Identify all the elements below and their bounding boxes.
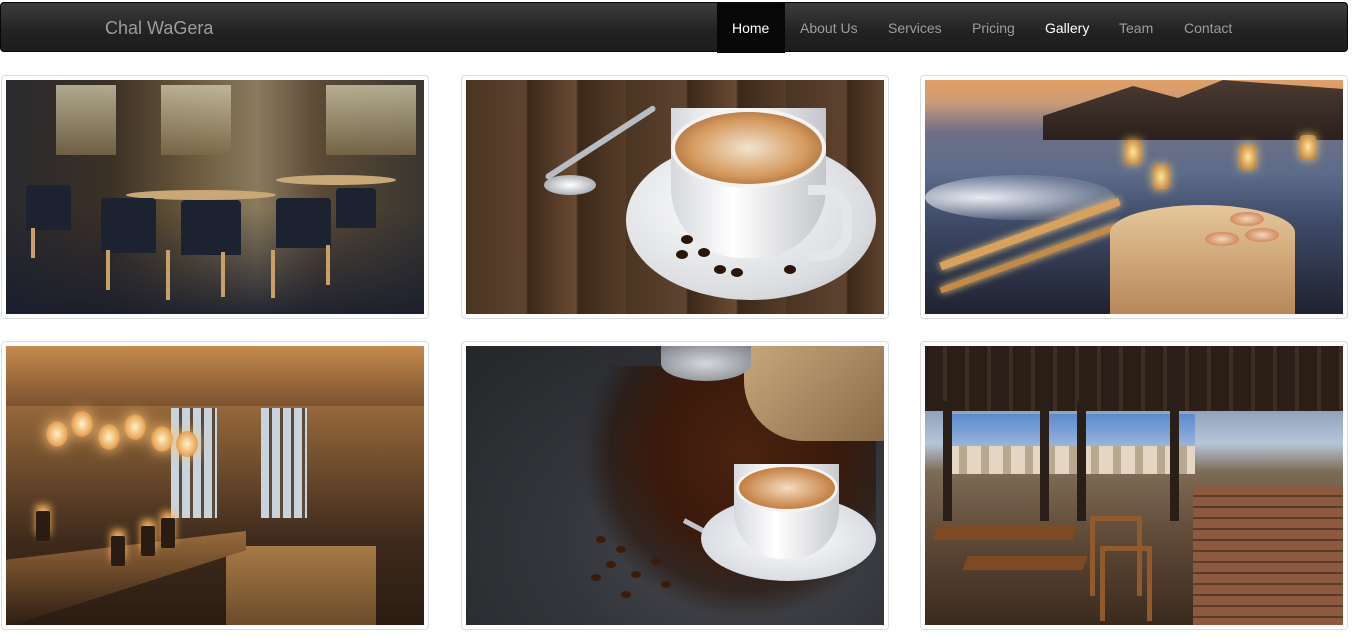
nav-menu: Home About Us Services Pricing Gallery T… xyxy=(717,3,1247,53)
beach-dinner-photo xyxy=(925,80,1343,314)
gallery-thumbnail-1[interactable] xyxy=(1,75,429,319)
nav-item-services[interactable]: Services xyxy=(873,3,957,53)
nav-item-team[interactable]: Team xyxy=(1104,3,1169,53)
brand-link[interactable]: Chal WaGera xyxy=(105,3,213,53)
nav-item-home[interactable]: Home xyxy=(717,3,785,53)
coffee-beans-cup-photo xyxy=(466,346,884,625)
warm-lit-restaurant-photo xyxy=(6,346,424,625)
gallery-thumbnail-4[interactable] xyxy=(1,341,429,630)
gallery-thumbnail-3[interactable] xyxy=(920,75,1348,319)
gallery-thumbnail-6[interactable] xyxy=(920,341,1348,630)
page: Chal WaGera Home About Us Services Prici… xyxy=(0,0,1352,637)
restaurant-interior-photo xyxy=(6,80,424,314)
nav-item-contact[interactable]: Contact xyxy=(1169,3,1247,53)
nav-item-pricing[interactable]: Pricing xyxy=(957,3,1030,53)
terrace-restaurant-photo xyxy=(925,346,1343,625)
gallery-thumbnail-2[interactable] xyxy=(461,75,889,319)
latte-art-cup-photo xyxy=(466,80,884,314)
navbar: Chal WaGera Home About Us Services Prici… xyxy=(0,2,1348,53)
nav-item-about-us[interactable]: About Us xyxy=(785,3,873,53)
nav-item-gallery[interactable]: Gallery xyxy=(1030,3,1104,53)
gallery-thumbnail-5[interactable] xyxy=(461,341,889,630)
